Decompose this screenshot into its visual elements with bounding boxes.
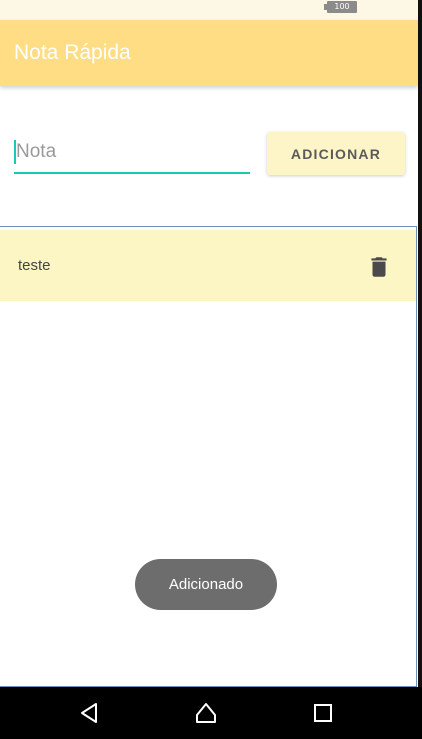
app-title: Nota Rápida xyxy=(14,41,131,64)
list-item[interactable]: teste xyxy=(0,230,416,301)
app-bar: Nota Rápida xyxy=(0,20,418,86)
battery-icon: 100 xyxy=(324,1,357,13)
screen-edge xyxy=(418,0,422,739)
note-input[interactable] xyxy=(14,134,252,170)
note-input-wrapper xyxy=(14,134,252,174)
navigation-bar xyxy=(0,687,422,739)
add-button[interactable]: ADICIONAR xyxy=(267,132,405,175)
notes-list[interactable]: teste xyxy=(0,226,417,687)
home-icon[interactable] xyxy=(194,701,218,725)
text-cursor xyxy=(14,140,16,164)
note-text: teste xyxy=(18,257,51,274)
recents-square-icon[interactable] xyxy=(311,701,335,725)
trash-icon[interactable] xyxy=(366,254,392,280)
toast-message: Adicionado xyxy=(135,559,277,610)
status-bar: 100 xyxy=(0,0,418,20)
back-triangle-icon[interactable] xyxy=(77,701,101,725)
